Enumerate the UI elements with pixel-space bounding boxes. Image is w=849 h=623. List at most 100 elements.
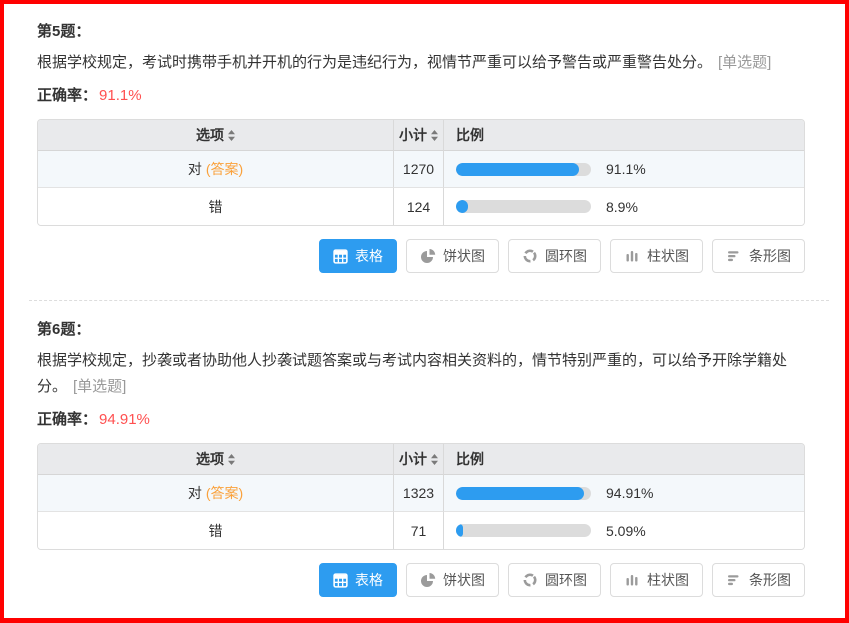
header-option[interactable]: 选项 [38, 444, 394, 475]
bar-chart-button[interactable]: 条形图 [712, 239, 805, 273]
question-title: 第6题： [37, 318, 809, 339]
table-row: 对(答案) 1270 91.1% [38, 151, 804, 188]
ratio-bar-fill [456, 200, 468, 213]
header-count[interactable]: 小计 [394, 444, 444, 475]
sort-icon[interactable] [228, 128, 235, 144]
question-type-tag: [单选题] [718, 54, 771, 71]
column-chart-icon [624, 248, 640, 264]
button-label: 柱状图 [647, 570, 689, 590]
table-row: 错 124 8.9% [38, 188, 804, 225]
chart-type-toolbar: 表格 饼状图 圆环图 柱状图 条形图 [37, 239, 805, 273]
option-label: 错 [209, 523, 223, 539]
question-type-tag: [单选题] [73, 378, 126, 395]
header-option-label: 选项 [196, 127, 224, 143]
table-icon [333, 573, 348, 588]
option-label: 对 [188, 485, 202, 501]
ratio-cell: 91.1% [444, 161, 804, 177]
option-cell: 错 [38, 188, 394, 225]
answer-tag: (答案) [206, 485, 243, 501]
answer-tag: (答案) [206, 161, 243, 177]
header-ratio: 比例 [444, 444, 804, 475]
accuracy-value: 91.1% [99, 87, 142, 104]
option-cell: 对(答案) [38, 151, 394, 188]
pie-chart-button[interactable]: 饼状图 [406, 239, 499, 273]
header-count-label: 小计 [399, 127, 427, 143]
header-count[interactable]: 小计 [394, 120, 444, 151]
button-label: 表格 [355, 570, 383, 590]
question-text: 根据学校规定，抄袭或者协助他人抄袭试题答案或与考试内容相关资料的，情节特别严重的… [37, 348, 809, 400]
count-cell: 71 [394, 512, 444, 549]
section-divider [29, 300, 829, 301]
sort-icon[interactable] [431, 452, 438, 468]
accuracy-line: 正确率：94.91% [37, 408, 809, 429]
ratio-bar-track [456, 524, 591, 537]
question-text-body: 根据学校规定，抄袭或者协助他人抄袭试题答案或与考试内容相关资料的，情节特别严重的… [37, 352, 787, 395]
column-chart-button[interactable]: 柱状图 [610, 239, 703, 273]
header-option-label: 选项 [196, 451, 224, 467]
chart-type-toolbar: 表格 饼状图 圆环图 柱状图 条形图 [37, 563, 805, 597]
header-option[interactable]: 选项 [38, 120, 394, 151]
pie-chart-icon [420, 572, 436, 588]
accuracy-label: 正确率： [37, 411, 97, 428]
button-label: 圆环图 [545, 246, 587, 266]
question-text-body: 根据学校规定，考试时携带手机并开机的行为是违纪行为，视情节严重可以给予警告或严重… [37, 54, 712, 71]
survey-results-content: 第5题： 根据学校规定，考试时携带手机并开机的行为是违纪行为，视情节严重可以给予… [4, 4, 845, 597]
count-cell: 1323 [394, 475, 444, 512]
sort-icon[interactable] [431, 128, 438, 144]
column-chart-button[interactable]: 柱状图 [610, 563, 703, 597]
ratio-bar-fill [456, 163, 579, 176]
pie-chart-button[interactable]: 饼状图 [406, 563, 499, 597]
results-table: 选项 小计 比例 对(答案) 1323 [37, 443, 805, 550]
option-cell: 错 [38, 512, 394, 549]
pie-chart-icon [420, 248, 436, 264]
bar-chart-icon [726, 572, 742, 588]
donut-chart-button[interactable]: 圆环图 [508, 563, 601, 597]
ratio-percent-label: 5.09% [606, 523, 646, 539]
header-ratio: 比例 [444, 120, 804, 151]
donut-chart-icon [522, 248, 538, 264]
ratio-bar-track [456, 163, 591, 176]
question-block-5: 第5题： 根据学校规定，考试时携带手机并开机的行为是违纪行为，视情节严重可以给予… [37, 20, 809, 273]
button-label: 饼状图 [443, 570, 485, 590]
button-label: 条形图 [749, 570, 791, 590]
ratio-cell: 94.91% [444, 485, 804, 501]
count-cell: 1270 [394, 151, 444, 188]
page-frame: 第5题： 根据学校规定，考试时携带手机并开机的行为是违纪行为，视情节严重可以给予… [0, 0, 849, 623]
button-label: 条形图 [749, 246, 791, 266]
ratio-bar-fill [456, 524, 463, 537]
results-table: 选项 小计 比例 对(答案) 1270 [37, 119, 805, 226]
button-label: 饼状图 [443, 246, 485, 266]
question-block-6: 第6题： 根据学校规定，抄袭或者协助他人抄袭试题答案或与考试内容相关资料的，情节… [37, 318, 809, 597]
table-row: 错 71 5.09% [38, 512, 804, 549]
ratio-bar-fill [456, 487, 584, 500]
bar-chart-icon [726, 248, 742, 264]
ratio-cell: 5.09% [444, 523, 804, 539]
count-cell: 124 [394, 188, 444, 225]
table-view-button[interactable]: 表格 [319, 239, 397, 273]
accuracy-line: 正确率：91.1% [37, 84, 809, 105]
sort-icon[interactable] [228, 452, 235, 468]
column-chart-icon [624, 572, 640, 588]
question-text: 根据学校规定，考试时携带手机并开机的行为是违纪行为，视情节严重可以给予警告或严重… [37, 50, 809, 76]
ratio-percent-label: 91.1% [606, 161, 646, 177]
table-header-row: 选项 小计 比例 [38, 444, 804, 475]
option-label: 对 [188, 161, 202, 177]
bar-chart-button[interactable]: 条形图 [712, 563, 805, 597]
ratio-percent-label: 94.91% [606, 485, 653, 501]
option-cell: 对(答案) [38, 475, 394, 512]
question-title: 第5题： [37, 20, 809, 41]
donut-chart-icon [522, 572, 538, 588]
accuracy-label: 正确率： [37, 87, 97, 104]
button-label: 圆环图 [545, 570, 587, 590]
header-count-label: 小计 [399, 451, 427, 467]
ratio-cell: 8.9% [444, 199, 804, 215]
button-label: 表格 [355, 246, 383, 266]
table-row: 对(答案) 1323 94.91% [38, 475, 804, 512]
table-icon [333, 249, 348, 264]
table-view-button[interactable]: 表格 [319, 563, 397, 597]
table-header-row: 选项 小计 比例 [38, 120, 804, 151]
option-label: 错 [209, 199, 223, 215]
ratio-bar-track [456, 487, 591, 500]
donut-chart-button[interactable]: 圆环图 [508, 239, 601, 273]
accuracy-value: 94.91% [99, 411, 150, 428]
